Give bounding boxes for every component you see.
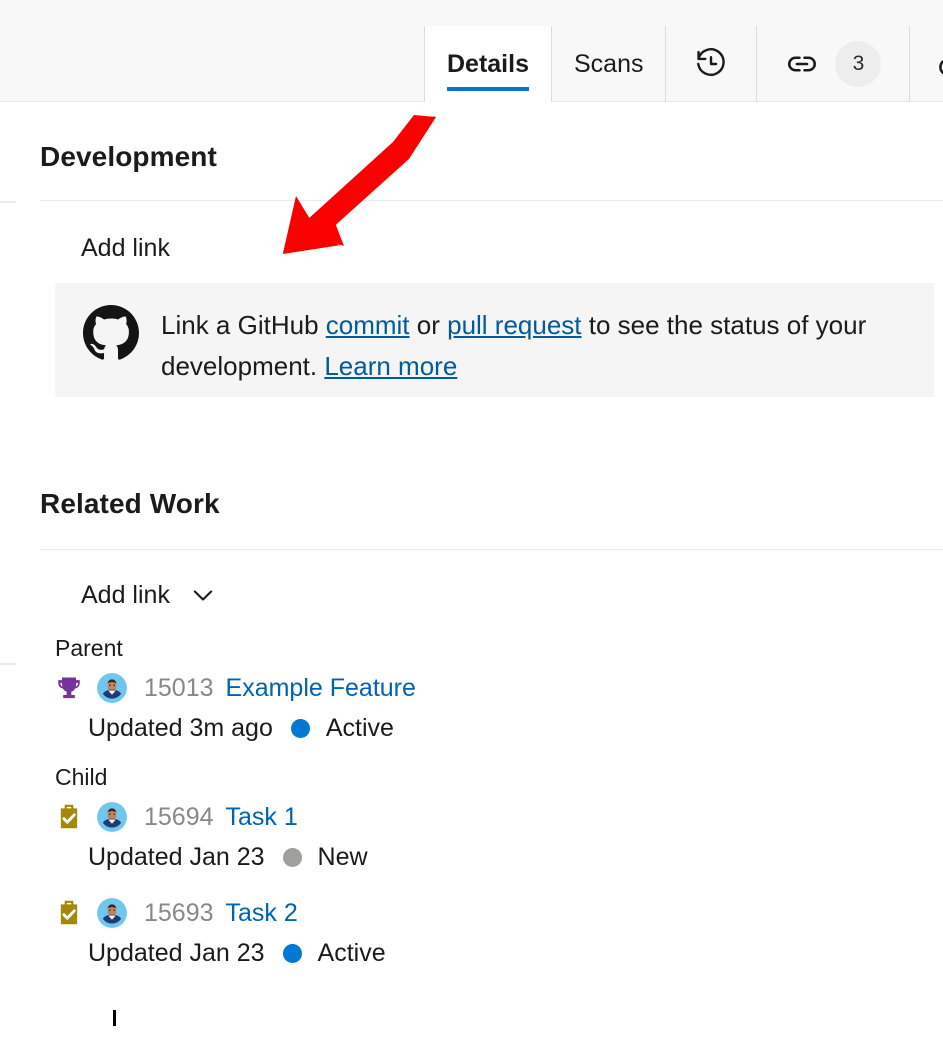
related-work-add-link-button[interactable]: Add link xyxy=(81,580,218,610)
related-work-add-link-label: Add link xyxy=(81,581,170,610)
task-clipboard-icon xyxy=(55,803,83,831)
link-icon xyxy=(785,47,819,81)
work-item-primary-line: 15694 Task 1 xyxy=(55,797,943,837)
work-item-id: 15013 xyxy=(144,674,214,703)
history-icon xyxy=(694,47,728,81)
work-item-state: New xyxy=(318,843,368,872)
tab-history[interactable] xyxy=(665,26,756,102)
edge-divider-fragment xyxy=(0,201,16,203)
pull-request-link[interactable]: pull request xyxy=(447,310,581,340)
work-item-primary-line: 15693 Task 2 xyxy=(55,893,943,933)
work-item-updated: Updated Jan 23 xyxy=(88,939,265,968)
chevron-down-icon xyxy=(188,580,218,610)
group-label-row: Child xyxy=(0,764,943,797)
development-divider xyxy=(40,200,943,201)
work-item-id: 15694 xyxy=(144,803,214,832)
edge-divider-fragment xyxy=(0,663,16,665)
avatar xyxy=(97,802,127,832)
avatar xyxy=(97,673,127,703)
related-work-divider xyxy=(40,549,943,550)
tab-details[interactable]: Details xyxy=(424,26,551,102)
tab-scans-label: Scans xyxy=(574,50,643,79)
development-add-link-button[interactable]: Add link xyxy=(81,234,170,263)
tab-active-underline xyxy=(447,87,529,91)
related-work-list: Parent xyxy=(0,635,943,973)
work-item-state: Active xyxy=(326,714,394,743)
work-item-title-link[interactable]: Task 1 xyxy=(226,803,298,832)
work-item-id: 15693 xyxy=(144,899,214,928)
avatar xyxy=(97,898,127,928)
work-item-state: Active xyxy=(318,939,386,968)
tab-attachments[interactable] xyxy=(909,26,943,102)
related-work-item[interactable]: 15693 Task 2 Updated Jan 23 Active xyxy=(0,893,943,973)
banner-text-1: Link a GitHub xyxy=(161,310,326,340)
tab-strip: Details Scans 3 xyxy=(0,0,943,102)
attachment-icon xyxy=(938,47,943,81)
related-work-item[interactable]: 15013 Example Feature Updated 3m ago Act… xyxy=(0,668,943,748)
work-item-title-link[interactable]: Task 2 xyxy=(226,899,298,928)
commit-link[interactable]: commit xyxy=(326,310,410,340)
learn-more-link[interactable]: Learn more xyxy=(324,351,457,381)
work-item-updated: Updated 3m ago xyxy=(88,714,273,743)
related-work-item[interactable]: 15694 Task 1 Updated Jan 23 New xyxy=(0,797,943,877)
development-heading: Development xyxy=(40,141,217,173)
related-work-group-child: Child xyxy=(0,764,943,973)
related-work-group-parent: Parent xyxy=(0,635,943,748)
tab-links[interactable]: 3 xyxy=(756,26,909,102)
status-dot xyxy=(283,944,302,963)
github-banner-text: Link a GitHub commit or pull request to … xyxy=(161,305,901,387)
status-dot xyxy=(291,719,310,738)
work-item-secondary-line: Updated 3m ago Active xyxy=(55,708,943,748)
github-icon xyxy=(83,305,139,361)
tab-list: Details Scans 3 xyxy=(424,26,943,102)
work-item-title-link[interactable]: Example Feature xyxy=(226,674,416,703)
work-item-updated: Updated Jan 23 xyxy=(88,843,265,872)
link-count-badge: 3 xyxy=(835,41,881,87)
work-item-primary-line: 15013 Example Feature xyxy=(55,668,943,708)
group-label-child: Child xyxy=(55,764,107,790)
banner-text-2: or xyxy=(410,310,448,340)
group-label-row: Parent xyxy=(0,635,943,668)
work-item-secondary-line: Updated Jan 23 Active xyxy=(55,933,943,973)
github-link-banner: Link a GitHub commit or pull request to … xyxy=(55,283,934,397)
task-clipboard-icon xyxy=(55,899,83,927)
text-caret-artifact xyxy=(113,1010,116,1026)
status-dot xyxy=(283,848,302,867)
tab-details-label: Details xyxy=(447,50,529,79)
tab-scans[interactable]: Scans xyxy=(551,26,665,102)
work-item-secondary-line: Updated Jan 23 New xyxy=(55,837,943,877)
feature-trophy-icon xyxy=(55,674,83,702)
group-label-parent: Parent xyxy=(55,635,123,661)
related-work-heading: Related Work xyxy=(40,488,220,520)
